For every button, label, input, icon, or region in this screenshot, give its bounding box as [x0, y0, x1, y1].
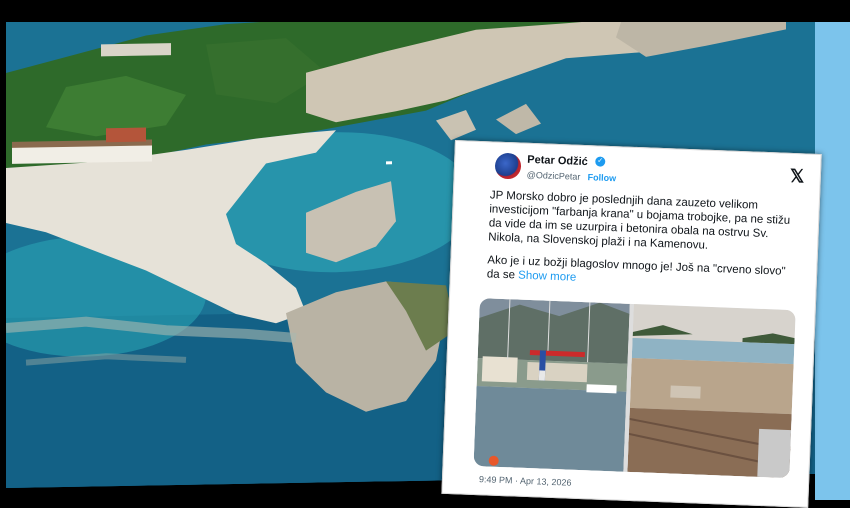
tweet-paragraph: Ako je i uz božji blagoslov mnogo je! Jo…: [487, 253, 798, 293]
author-handle[interactable]: @OdzicPetar: [527, 170, 581, 182]
beach-construction-photo[interactable]: [627, 303, 796, 479]
top-frame-bar: [0, 0, 850, 22]
harbor-crane-photo[interactable]: [473, 298, 630, 472]
harbor-photo-drawing: [473, 298, 630, 472]
beach-sand: [629, 357, 794, 415]
harbor-building: [526, 361, 588, 383]
jetty-building: [101, 43, 171, 57]
moored-boat: [586, 384, 617, 394]
construction-material: [670, 385, 701, 399]
red-roof-house: [106, 127, 146, 143]
small-boat: [386, 161, 392, 165]
harbor-building: [481, 356, 518, 383]
right-frame-bar: [815, 18, 850, 500]
show-more-link[interactable]: Show more: [518, 270, 577, 284]
follow-button[interactable]: Follow: [587, 172, 616, 183]
author-name[interactable]: Petar Odžić: [527, 154, 588, 168]
avatar[interactable]: [494, 152, 522, 180]
crane-base: [538, 370, 546, 381]
tweet-card: Petar Odžić ✓ @OdzicPetar Follow 𝕏 JP Mo…: [441, 140, 822, 508]
tweet-paragraph: JP Morsko dobro je poslednjih dana zauze…: [488, 189, 791, 252]
tweet-timestamp[interactable]: 9:49 PM · Apr 13, 2026: [479, 474, 572, 488]
beach-photo-drawing: [627, 303, 796, 479]
verified-badge-icon: ✓: [595, 156, 606, 167]
tweet-body: JP Morsko dobro je poslednjih dana zauze…: [486, 188, 800, 302]
concrete-block: [757, 428, 792, 479]
tweet-media[interactable]: [473, 298, 796, 479]
x-logo-icon[interactable]: 𝕏: [789, 166, 804, 188]
